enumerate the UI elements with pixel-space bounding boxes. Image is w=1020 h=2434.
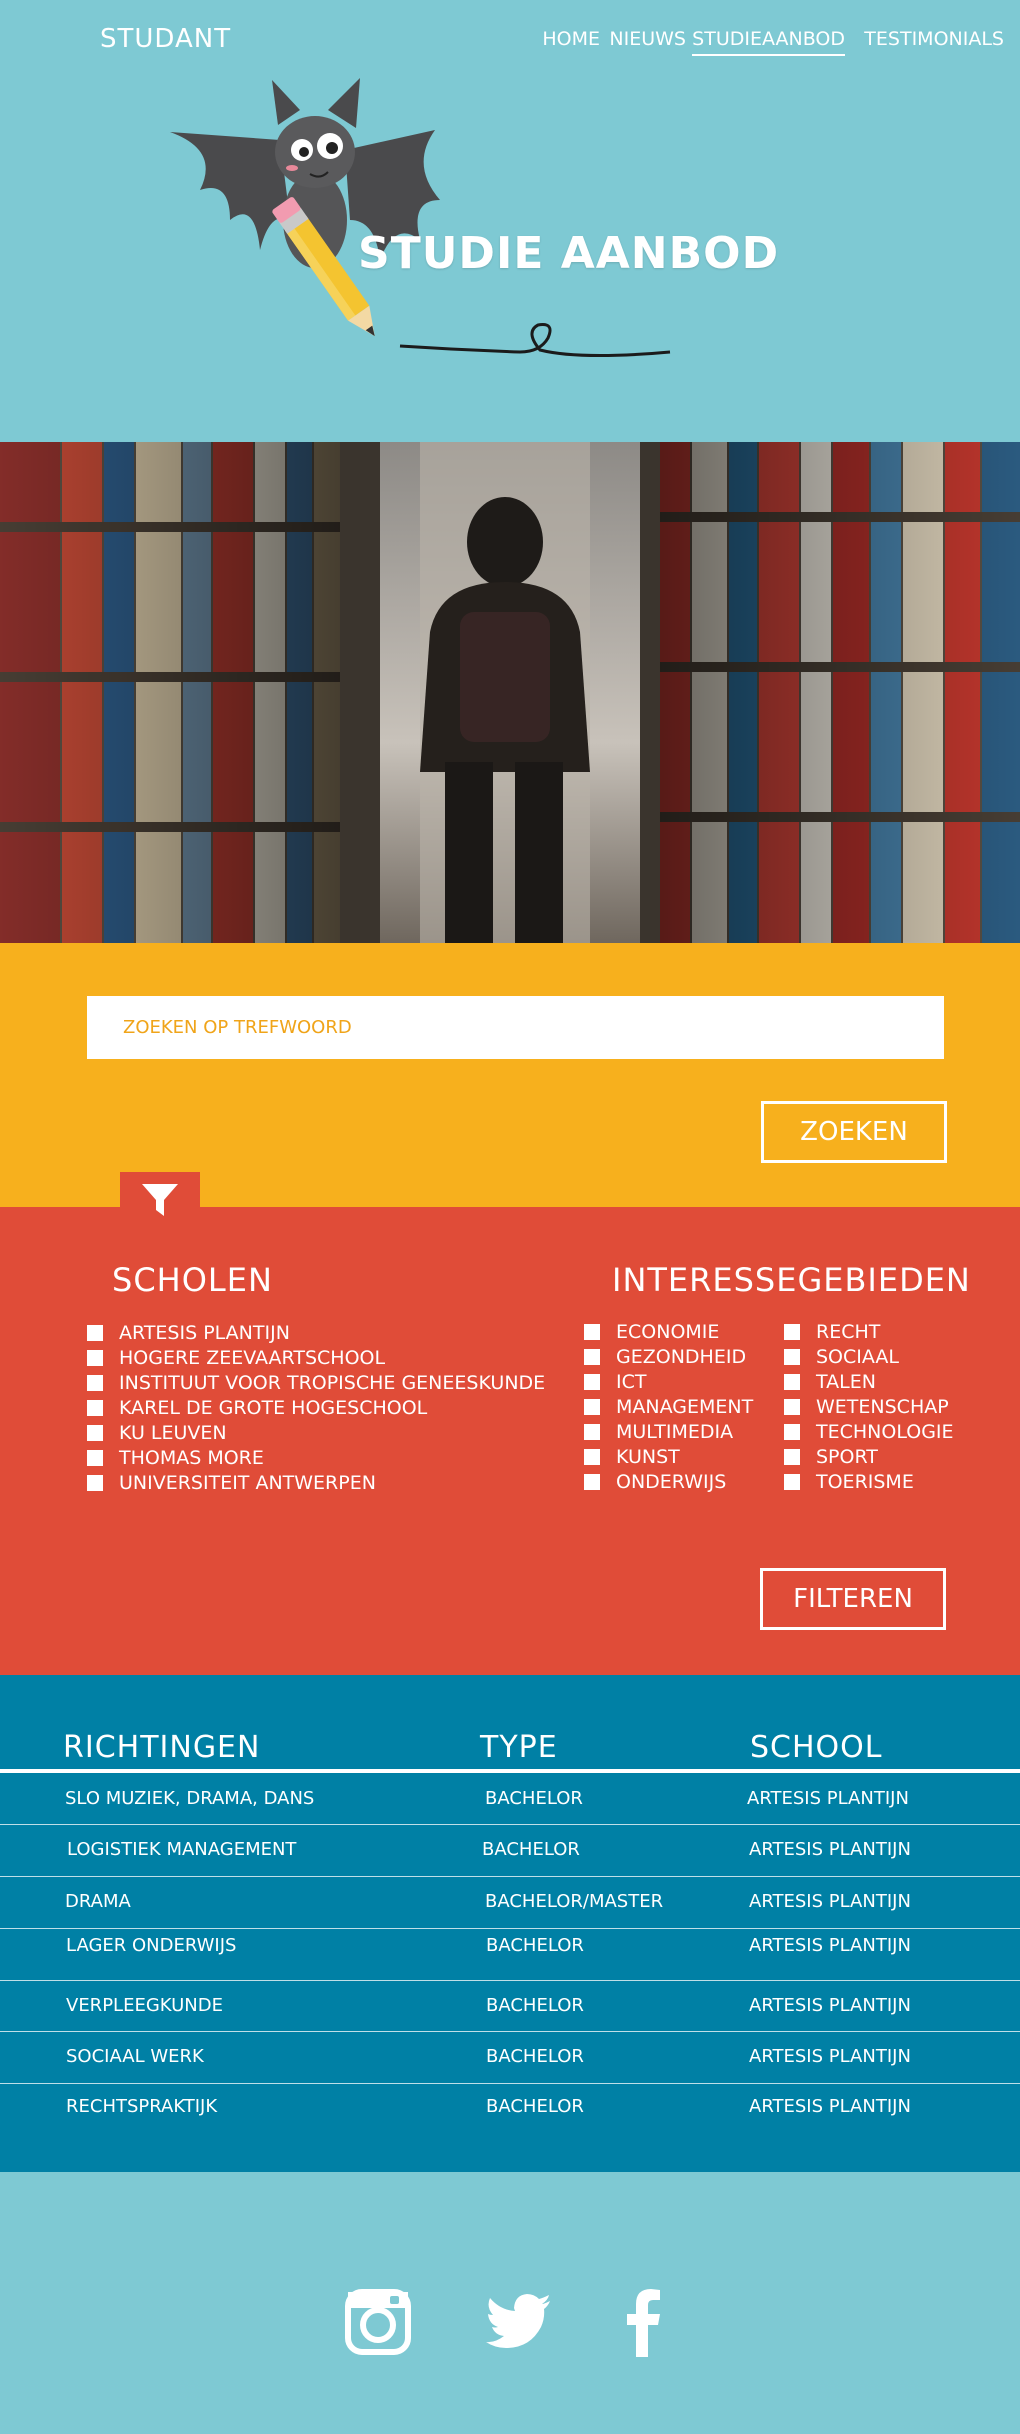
header: STUDANT HOME NIEUWS STUDIEAANBOD TESTIMO… [0,0,1020,442]
checkbox[interactable] [87,1475,103,1491]
checkbox[interactable] [584,1374,600,1390]
table-cell-type: BACHELOR [486,2046,584,2067]
row-divider [0,1824,1020,1825]
interest-option[interactable]: SOCIAAL [784,1346,899,1368]
interest-option[interactable]: ICT [584,1371,646,1393]
checkbox[interactable] [784,1424,800,1440]
checkbox[interactable] [87,1325,103,1341]
school-option[interactable]: ARTESIS PLANTIJN [87,1322,290,1344]
twitter-icon[interactable] [486,2294,552,2350]
table-cell-school: ARTESIS PLANTIJN [749,1891,911,1912]
library-aisle-illustration [0,442,1020,943]
table-cell-type: BACHELOR [485,1788,583,1809]
facebook-icon[interactable] [626,2289,662,2357]
logo[interactable]: STUDANT [100,24,231,54]
bat-mascot-illustration [170,78,671,358]
interest-option[interactable]: MULTIMEDIA [584,1421,733,1443]
nav-testimonials[interactable]: TESTIMONIALS [864,28,1004,50]
filter-tab[interactable] [120,1172,200,1216]
school-option[interactable]: KU LEUVEN [87,1422,227,1444]
checkbox[interactable] [784,1349,800,1365]
table-cell-richting[interactable]: SOCIAAL WERK [66,2046,204,2067]
table-cell-school: ARTESIS PLANTIJN [749,1995,911,2016]
table-cell-school: ARTESIS PLANTIJN [749,2096,911,2117]
school-option[interactable]: HOGERE ZEEVAARTSCHOOL [87,1347,385,1369]
interest-option[interactable]: ONDERWIJS [584,1471,726,1493]
checkbox[interactable] [784,1324,800,1340]
checkbox[interactable] [584,1424,600,1440]
interest-option[interactable]: RECHT [784,1321,880,1343]
table-cell-school: ARTESIS PLANTIJN [747,1788,909,1809]
school-option[interactable]: UNIVERSITEIT ANTWERPEN [87,1472,376,1494]
page-title: STUDIE AANBOD [358,228,780,279]
checkbox[interactable] [584,1349,600,1365]
column-header-school[interactable]: SCHOOL [750,1730,883,1765]
table-cell-richting[interactable]: SLO MUZIEK, DRAMA, DANS [65,1788,314,1809]
interest-option[interactable]: KUNST [584,1446,680,1468]
filter-icon [142,1184,178,1216]
interest-option[interactable]: GEZONDHEID [584,1346,746,1368]
school-option[interactable]: THOMAS MORE [87,1447,264,1469]
instagram-icon[interactable] [345,2289,411,2355]
table-cell-richting[interactable]: LOGISTIEK MANAGEMENT [67,1839,296,1860]
search-input[interactable] [87,996,944,1059]
checkbox[interactable] [87,1450,103,1466]
table-cell-type: BACHELOR [482,1839,580,1860]
table-cell-type: BACHELOR [486,1995,584,2016]
table-header-divider [0,1769,1020,1773]
table-cell-type: BACHELOR [486,2096,584,2117]
checkbox[interactable] [87,1375,103,1391]
column-header-richtingen[interactable]: RICHTINGEN [63,1730,260,1765]
table-cell-richting[interactable]: DRAMA [65,1891,131,1912]
row-divider [0,2031,1020,2032]
nav-nieuws[interactable]: NIEUWS [609,28,686,50]
checkbox[interactable] [784,1399,800,1415]
row-divider [0,1980,1020,1981]
checkbox[interactable] [784,1474,800,1490]
nav-studieaanbod[interactable]: STUDIEAANBOD [692,28,845,56]
table-cell-school: ARTESIS PLANTIJN [749,1839,911,1860]
search-section: ZOEKEN [0,943,1020,1207]
school-option[interactable]: INSTITUUT VOOR TROPISCHE GENEESKUNDE [87,1372,545,1394]
schools-title: SCHOLEN [112,1261,273,1299]
interest-option[interactable]: MANAGEMENT [584,1396,753,1418]
table-cell-richting[interactable]: VERPLEEGKUNDE [66,1995,223,2016]
checkbox[interactable] [584,1449,600,1465]
interest-option[interactable]: WETENSCHAP [784,1396,949,1418]
table-cell-richting[interactable]: LAGER ONDERWIJS [66,1935,236,1956]
table-cell-richting[interactable]: RECHTSPRAKTIJK [66,2096,217,2117]
checkbox[interactable] [87,1350,103,1366]
library-hero-image [0,442,1020,943]
interests-title: INTERESSEGEBIEDEN [612,1261,971,1299]
checkbox[interactable] [87,1425,103,1441]
footer [0,2172,1020,2434]
row-divider [0,1928,1020,1929]
table-cell-school: ARTESIS PLANTIJN [749,2046,911,2067]
interest-option[interactable]: TOERISME [784,1471,914,1493]
filter-button[interactable]: FILTEREN [760,1568,946,1630]
column-header-type[interactable]: TYPE [480,1730,558,1765]
programs-table: RICHTINGEN TYPE SCHOOL SLO MUZIEK, DRAMA… [0,1675,1020,2172]
row-divider [0,1876,1020,1877]
nav-home[interactable]: HOME [542,28,600,50]
checkbox[interactable] [87,1400,103,1416]
table-cell-type: BACHELOR [486,1935,584,1956]
row-divider [0,2083,1020,2084]
checkbox[interactable] [784,1374,800,1390]
checkbox[interactable] [584,1474,600,1490]
filter-section: SCHOLEN ARTESIS PLANTIJN HOGERE ZEEVAART… [0,1172,1020,1675]
checkbox[interactable] [784,1449,800,1465]
checkbox[interactable] [584,1324,600,1340]
school-option[interactable]: KAREL DE GROTE HOGESCHOOL [87,1397,427,1419]
search-button[interactable]: ZOEKEN [761,1101,947,1163]
interest-option[interactable]: ECONOMIE [584,1321,719,1343]
table-cell-type: BACHELOR/MASTER [485,1891,664,1912]
interest-option[interactable]: TALEN [784,1371,876,1393]
table-cell-school: ARTESIS PLANTIJN [749,1935,911,1956]
interest-option[interactable]: TECHNOLOGIE [784,1421,954,1443]
checkbox[interactable] [584,1399,600,1415]
interest-option[interactable]: SPORT [784,1446,878,1468]
